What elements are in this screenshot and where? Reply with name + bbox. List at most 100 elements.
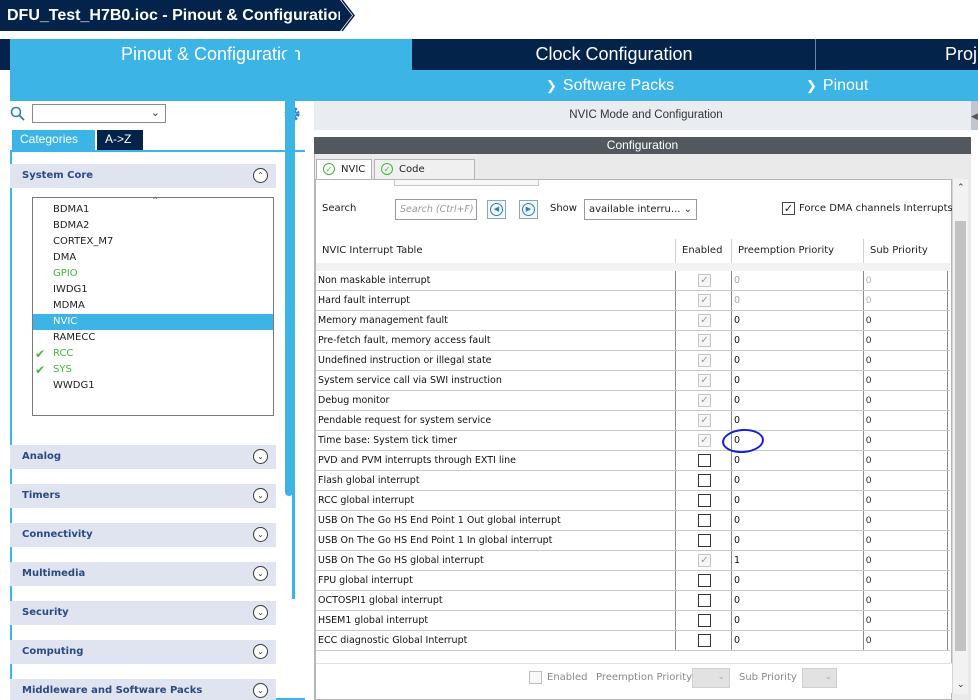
preemption-priority-cell[interactable]: 0 — [732, 411, 864, 430]
enabled-checkbox[interactable]: ✓ — [698, 334, 711, 347]
ip-item[interactable]: IWDG1 — [33, 282, 273, 298]
table-row[interactable]: Pendable request for system service ✓ 0 0 — [316, 411, 950, 431]
enabled-checkbox[interactable] — [698, 454, 711, 467]
sub-priority-cell[interactable]: 0 — [864, 411, 948, 430]
preemption-priority-cell[interactable]: 0 — [732, 631, 864, 650]
preemption-priority-cell[interactable]: 0 — [732, 391, 864, 410]
preemption-priority-cell[interactable]: 0 — [732, 591, 864, 610]
group-analog[interactable]: Analog ⌄ — [10, 445, 276, 469]
category-scrollbar-thumb[interactable] — [285, 50, 293, 496]
chevron-down-icon[interactable]: ⌄ — [253, 488, 268, 503]
table-row[interactable]: Flash global interrupt 0 0 — [316, 471, 950, 491]
chevron-down-icon[interactable]: ⌄ — [253, 605, 268, 620]
search-previous-button[interactable]: ◀ — [487, 200, 506, 219]
sub-priority-cell[interactable]: 0 — [864, 431, 948, 450]
collapse-arrow-icon[interactable]: ◀ — [971, 112, 978, 126]
scroll-down-icon[interactable]: ⌄ — [957, 680, 965, 690]
preemption-priority-select[interactable]: ⌄ — [692, 668, 730, 688]
chevron-up-icon[interactable]: ⌃ — [253, 168, 268, 183]
enabled-checkbox[interactable]: ✓ — [698, 394, 711, 407]
tab-code-generation[interactable]: ✓Code generation — [374, 159, 475, 194]
preemption-priority-cell[interactable]: 0 — [732, 511, 864, 530]
sub-priority-cell[interactable]: 0 — [864, 631, 948, 650]
table-row[interactable]: Time base: System tick timer ✓ 0 0 — [316, 431, 950, 451]
ip-item[interactable]: GPIO — [33, 266, 273, 282]
chevron-down-icon[interactable]: ⌄ — [253, 527, 268, 542]
pinout-menu[interactable]: ❯ Pinout — [806, 70, 868, 101]
sub-priority-cell[interactable]: 0 — [864, 271, 948, 290]
ip-item[interactable]: NVIC — [33, 314, 273, 330]
enabled-checkbox[interactable]: ✓ — [698, 434, 711, 447]
preemption-priority-cell[interactable]: 1 — [732, 551, 864, 570]
preemption-priority-cell[interactable]: 0 — [732, 611, 864, 630]
chevron-down-icon[interactable]: ⌄ — [253, 644, 268, 659]
enabled-checkbox[interactable]: ✓ — [698, 414, 711, 427]
sub-priority-cell[interactable]: 0 — [864, 471, 948, 490]
table-row[interactable]: OCTOSPI1 global interrupt 0 0 — [316, 591, 950, 611]
ip-item[interactable]: CORTEX_M7 — [33, 234, 273, 250]
column-header-preemption[interactable]: Preemption Priority — [732, 239, 864, 263]
ip-item[interactable]: DMA — [33, 250, 273, 266]
group-connectivity[interactable]: Connectivity ⌄ — [10, 523, 276, 547]
preemption-priority-cell[interactable]: 0 — [732, 271, 864, 290]
table-row[interactable]: Non maskable interrupt ✓ 0 0 — [316, 271, 950, 291]
preemption-priority-cell[interactable]: 0 — [732, 371, 864, 390]
show-filter-select[interactable]: available interru... ⌄ — [584, 199, 697, 220]
ip-item[interactable]: RAMECC — [33, 330, 273, 346]
column-header-enabled[interactable]: Enabled — [676, 239, 732, 263]
group-multimedia[interactable]: Multimedia ⌄ — [10, 562, 276, 586]
enabled-checkbox[interactable] — [698, 574, 711, 587]
table-row[interactable]: ECC diagnostic Global Interrupt 0 0 — [316, 631, 950, 651]
table-row[interactable]: RCC global interrupt 0 0 — [316, 491, 950, 511]
sub-priority-select[interactable]: ⌄ — [802, 668, 837, 688]
table-row[interactable]: PVD and PVM interrupts through EXTI line… — [316, 451, 950, 471]
enabled-checkbox-disabled[interactable] — [529, 671, 542, 684]
sub-priority-cell[interactable]: 0 — [864, 351, 948, 370]
enabled-checkbox[interactable] — [698, 494, 711, 507]
enabled-checkbox[interactable] — [698, 634, 711, 647]
enabled-checkbox[interactable] — [698, 614, 711, 627]
column-header-sub-priority[interactable]: Sub Priority — [864, 239, 948, 263]
sub-priority-cell[interactable]: 0 — [864, 291, 948, 310]
table-row[interactable]: USB On The Go HS global interrupt ✓ 1 0 — [316, 551, 950, 571]
preemption-priority-cell[interactable]: 0 — [732, 571, 864, 590]
enabled-checkbox[interactable]: ✓ — [698, 554, 711, 567]
sub-priority-cell[interactable]: 0 — [864, 451, 948, 470]
table-row[interactable]: USB On The Go HS End Point 1 In global i… — [316, 531, 950, 551]
sub-priority-cell[interactable]: 0 — [864, 311, 948, 330]
sub-priority-cell[interactable]: 0 — [864, 551, 948, 570]
ip-item[interactable]: BDMA2 — [33, 218, 273, 234]
table-row[interactable]: Debug monitor ✓ 0 0 — [316, 391, 950, 411]
table-row[interactable]: System service call via SWI instruction ✓… — [316, 371, 950, 391]
sub-priority-cell[interactable]: 0 — [864, 491, 948, 510]
preemption-priority-cell[interactable]: 0 — [732, 331, 864, 350]
scroll-up-icon[interactable]: ⌃ — [957, 183, 965, 193]
enabled-checkbox[interactable] — [698, 474, 711, 487]
column-header-name[interactable]: NVIC Interrupt Table — [316, 239, 676, 263]
enabled-checkbox[interactable]: ✓ — [698, 274, 711, 287]
enabled-checkbox[interactable]: ✓ — [698, 294, 711, 307]
preemption-priority-cell[interactable]: 0 — [732, 291, 864, 310]
tab-categories[interactable]: Categories — [12, 130, 95, 150]
ip-item[interactable]: MDMA — [33, 298, 273, 314]
table-row[interactable]: Memory management fault ✓ 0 0 — [316, 311, 950, 331]
preemption-priority-cell[interactable]: 0 — [732, 451, 864, 470]
table-vertical-scrollbar[interactable]: ⌃ ⌄ — [952, 179, 968, 694]
preemption-priority-cell[interactable]: 0 — [732, 311, 864, 330]
group-system-core[interactable]: System Core ⌃ — [10, 164, 276, 188]
chevron-down-icon[interactable]: ⌄ — [253, 449, 268, 464]
enabled-checkbox[interactable] — [698, 534, 711, 547]
tab-pinout-configuration[interactable]: Pinout & Configuration — [10, 39, 412, 70]
enabled-checkbox[interactable]: ✓ — [698, 354, 711, 367]
group-computing[interactable]: Computing ⌄ — [10, 640, 276, 664]
sub-priority-cell[interactable]: 0 — [864, 571, 948, 590]
group-timers[interactable]: Timers ⌄ — [10, 484, 276, 508]
group-middleware-software-packs[interactable]: Middleware and Software Packs ⌄ — [10, 679, 276, 700]
search-next-button[interactable]: ▶ — [519, 200, 538, 219]
scrollbar-thumb[interactable] — [955, 221, 966, 651]
preemption-priority-cell[interactable]: 0 — [732, 531, 864, 550]
tab-project-manager[interactable]: Proj — [817, 39, 978, 70]
category-search-combo[interactable]: ⌄ — [32, 104, 166, 123]
enabled-checkbox[interactable]: ✓ — [698, 374, 711, 387]
table-row[interactable]: FPU global interrupt 0 0 — [316, 571, 950, 591]
